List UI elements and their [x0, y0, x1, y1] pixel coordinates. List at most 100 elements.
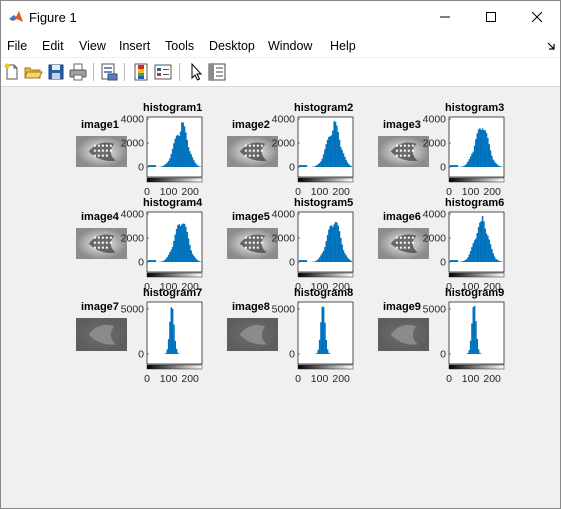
histogram-bar	[150, 165, 153, 167]
histogram-bar	[169, 321, 171, 354]
histogram-bar	[472, 307, 475, 354]
x-tick-label: 200	[483, 373, 501, 385]
x-tick-label: 0	[144, 373, 150, 385]
y-tick-label: 0	[289, 162, 295, 174]
histogram-bar	[467, 257, 469, 262]
histogram-bar	[186, 232, 188, 262]
histogram-bar	[300, 165, 302, 167]
gray-colorbar	[448, 364, 505, 370]
histogram-bar	[181, 224, 183, 262]
histogram-bar	[179, 131, 182, 167]
gray-colorbar	[297, 364, 354, 370]
minimize-button[interactable]	[422, 1, 468, 33]
histogram-bar	[305, 165, 308, 167]
histogram-bar	[453, 260, 456, 262]
y-tick-label: 4000	[272, 209, 296, 221]
histogram-bar	[473, 240, 476, 262]
new-figure-icon[interactable]	[2, 62, 22, 82]
save-icon[interactable]	[46, 62, 66, 82]
histogram-bar	[349, 165, 351, 167]
legend-icon[interactable]	[153, 62, 173, 82]
menu-file[interactable]: File	[7, 39, 27, 53]
histogram-bar	[177, 225, 179, 262]
histogram-bar	[181, 122, 183, 167]
menu-window[interactable]: Window	[268, 39, 312, 53]
histogram-bar	[499, 166, 501, 167]
histogram-bar	[165, 258, 167, 262]
menu-help[interactable]: Help	[330, 39, 356, 53]
histogram-bar	[476, 338, 479, 354]
histogram-bar	[483, 221, 485, 262]
histogram-bar	[328, 136, 330, 167]
histogram-bar	[487, 235, 489, 262]
histogram-bar	[170, 249, 173, 262]
menu-bar: File Edit View Insert Tools Desktop Wind…	[1, 33, 560, 57]
histogram-bar	[493, 161, 496, 167]
gray-colorbar	[448, 177, 505, 183]
colorbar-icon[interactable]	[131, 62, 151, 82]
histogram-bar	[496, 259, 498, 262]
histogram-bar	[350, 260, 353, 262]
histogram-bar	[491, 155, 493, 167]
histogram-bar	[316, 353, 318, 354]
histogram-bar	[174, 138, 177, 167]
histogram-bar	[345, 159, 347, 167]
histogram-bar	[464, 165, 467, 167]
histogram-bar	[189, 151, 191, 167]
histogram-bar	[336, 222, 338, 262]
maximize-button[interactable]	[468, 1, 514, 33]
close-button[interactable]	[514, 1, 560, 33]
histogram-bar	[479, 128, 481, 167]
histogram-bar	[469, 340, 472, 354]
histogram-bar	[477, 129, 480, 167]
histogram-bar	[463, 165, 465, 167]
y-tick-label: 2000	[272, 138, 296, 150]
histogram-bar	[169, 158, 171, 167]
property-editor-icon[interactable]	[207, 62, 227, 82]
print-icon[interactable]	[68, 62, 88, 82]
histogram-bar	[305, 260, 308, 262]
menu-insert[interactable]: Insert	[119, 39, 150, 53]
histogram-bar	[314, 261, 317, 262]
pointer-icon[interactable]	[186, 62, 206, 82]
histogram-bar	[492, 159, 494, 167]
menu-view[interactable]: View	[79, 39, 106, 53]
histogram-bar	[190, 154, 192, 167]
histogram-bar	[475, 139, 477, 167]
histogram-bar	[175, 349, 178, 354]
histogram-bar	[330, 135, 333, 167]
histogram-bar	[493, 256, 496, 262]
histogram-bar	[149, 260, 151, 262]
histogram-bar	[194, 162, 196, 167]
title-bar: Figure 1	[1, 1, 560, 33]
x-tick-label: 0	[446, 373, 452, 385]
histogram-bar	[333, 224, 335, 262]
histogram-bar	[488, 239, 490, 262]
histogram-bar	[179, 225, 182, 262]
maximize-icon	[486, 12, 496, 22]
histogram-bar	[153, 165, 155, 167]
histogram-bar	[461, 166, 464, 167]
histogram-bar	[499, 261, 501, 262]
histogram-bar	[456, 165, 459, 167]
menu-tools[interactable]: Tools	[165, 39, 194, 53]
menu-desktop[interactable]: Desktop	[209, 39, 255, 53]
histogram-bar	[197, 260, 199, 262]
histogram-bar	[329, 226, 331, 262]
x-tick-label: 100	[462, 373, 480, 385]
dock-arrow-icon[interactable]	[547, 42, 556, 51]
open-folder-icon[interactable]	[23, 62, 43, 82]
histogram-bar	[330, 225, 333, 262]
histogram-bar	[342, 250, 345, 262]
histogram-bar	[183, 223, 186, 262]
histogram-bar	[163, 164, 166, 167]
histogram-bar	[455, 165, 457, 167]
histogram-bar	[328, 352, 330, 354]
print-preview-icon[interactable]	[99, 62, 119, 82]
histogram-bar	[472, 243, 475, 262]
histogram-bar	[317, 349, 320, 354]
histogram-axes: 0 5000 0 100 200	[272, 301, 354, 385]
histogram-bar	[479, 222, 481, 262]
histogram-bar	[452, 165, 455, 167]
menu-edit[interactable]: Edit	[42, 39, 64, 53]
